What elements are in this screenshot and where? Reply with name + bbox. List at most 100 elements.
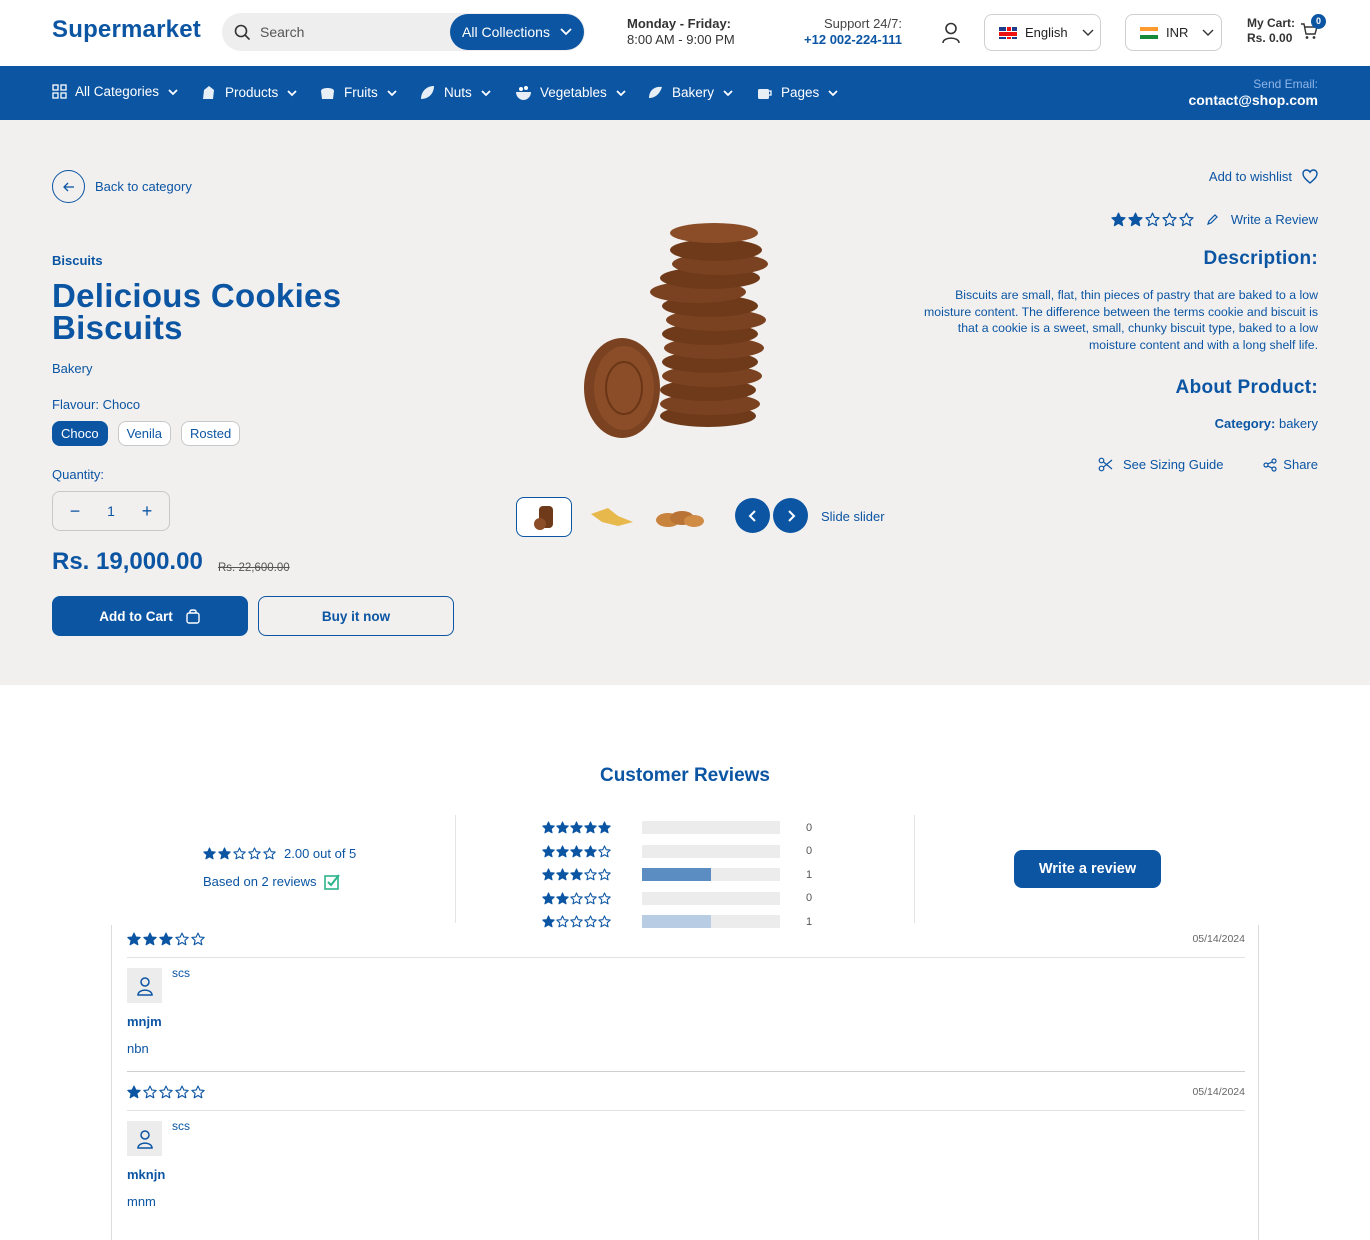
support-phone[interactable]: +12 002-224-111: [790, 32, 902, 48]
support-label: Support 24/7:: [823, 16, 902, 31]
share-icon: [1263, 457, 1277, 472]
product-section: Back to category Biscuits Delicious Cook…: [0, 120, 1370, 685]
chevron-down-icon: [1202, 29, 1214, 36]
currency-selector[interactable]: INR: [1125, 14, 1222, 51]
nav-item-nuts[interactable]: Nuts: [419, 84, 492, 101]
star-filled-icon: [570, 868, 583, 881]
nav-item-bakery[interactable]: Bakery: [647, 84, 734, 101]
add-to-cart-button[interactable]: Add to Cart: [52, 596, 248, 636]
search-input[interactable]: [260, 22, 440, 42]
star-empty-icon: [570, 892, 583, 905]
chevron-down-icon: [828, 89, 838, 96]
histogram-stars: [542, 821, 642, 834]
thumbnail-3[interactable]: [652, 497, 708, 537]
slider-next-button[interactable]: [773, 498, 808, 533]
histogram-stars: [542, 868, 642, 881]
sizing-guide-link[interactable]: See Sizing Guide: [1098, 457, 1223, 472]
collections-dropdown[interactable]: All Collections: [450, 14, 584, 50]
star-filled-icon: [556, 845, 569, 858]
flavour-option-rosted[interactable]: Rosted: [181, 421, 241, 446]
buy-now-button[interactable]: Buy it now: [258, 596, 454, 636]
flavour-options: Choco Venila Rosted: [52, 421, 241, 446]
write-review-link[interactable]: Write a Review: [1231, 212, 1318, 227]
summary-divider: [914, 815, 915, 923]
star-filled-icon: [1111, 212, 1126, 227]
user-icon: [136, 1129, 153, 1149]
nav-item-vegetables[interactable]: Vegetables: [515, 84, 627, 101]
average-rating-text: 2.00 out of 5: [284, 846, 357, 861]
thumbnail-1[interactable]: [516, 497, 572, 537]
star-filled-icon: [570, 845, 583, 858]
thumbnail-2[interactable]: [584, 497, 640, 537]
write-review-button[interactable]: Write a review: [1014, 850, 1161, 888]
quantity-value[interactable]: 1: [107, 503, 115, 519]
cup-icon: [758, 89, 772, 99]
product-rating-row: Write a Review: [1111, 212, 1318, 227]
hours-time: 8:00 AM - 9:00 PM: [627, 32, 735, 47]
summary-divider: [455, 815, 456, 923]
flavour-option-choco[interactable]: Choco: [52, 421, 108, 446]
cart-summary[interactable]: My Cart: Rs. 0.00: [1247, 16, 1295, 46]
star-filled-icon: [159, 932, 173, 946]
nav-item-fruits[interactable]: Fruits: [319, 84, 398, 101]
back-to-category-link[interactable]: Back to category: [52, 170, 192, 203]
review-author-name: scs: [172, 1119, 190, 1133]
review-header: 05/14/2024: [127, 1078, 1245, 1106]
description-heading: Description:: [1203, 248, 1318, 269]
star-filled-icon: [143, 932, 157, 946]
wishlist-label: Add to wishlist: [1208, 169, 1292, 184]
nav-label: Fruits: [344, 85, 378, 100]
share-link[interactable]: Share: [1263, 457, 1318, 472]
slider-label: Slide slider: [821, 509, 885, 524]
flavour-option-venila[interactable]: Venila: [117, 421, 171, 446]
user-icon: [136, 976, 153, 996]
star-empty-icon: [598, 868, 611, 881]
nav-item-products[interactable]: Products: [200, 84, 298, 101]
bread-icon: [321, 88, 334, 99]
star-empty-icon: [233, 847, 246, 860]
language-selector[interactable]: English: [984, 14, 1101, 51]
star-empty-icon: [191, 1085, 205, 1099]
star-empty-icon: [263, 847, 276, 860]
star-filled-icon: [127, 1085, 141, 1099]
star-empty-icon: [598, 892, 611, 905]
account-icon[interactable]: [941, 22, 961, 44]
review-date: 05/14/2024: [1192, 1086, 1245, 1098]
nav-label: Nuts: [444, 85, 472, 100]
scissors-icon: [1098, 457, 1113, 472]
star-filled-icon: [203, 847, 216, 860]
add-to-wishlist-link[interactable]: Add to wishlist: [1209, 169, 1318, 184]
review-body: mnm: [127, 1194, 156, 1209]
shopping-bag-icon: [186, 609, 200, 624]
review-divider: [127, 957, 1245, 958]
based-on-text: Based on 2 reviews: [203, 874, 317, 889]
product-title: Delicious Cookies Biscuits: [52, 277, 342, 346]
histogram-row-3-star: 1: [542, 863, 812, 887]
send-email-block: Send Email: contact@shop.com: [1188, 76, 1318, 108]
product-price: Rs. 19,000.00: [52, 548, 203, 575]
histogram-row-4-star: 0: [542, 840, 812, 864]
chevron-left-icon: [748, 509, 756, 522]
review-body: nbn: [127, 1041, 149, 1056]
contact-email-link[interactable]: contact@shop.com: [1188, 92, 1318, 108]
histogram-bar: [642, 821, 780, 835]
top-header: Supermarket All Collections Monday - Fri…: [0, 0, 1370, 66]
star-empty-icon: [584, 868, 597, 881]
reviews-list: 05/14/2024 scs mnjm nbn 05/14/2024 scs m…: [111, 925, 1259, 1240]
nav-item-pages[interactable]: Pages: [756, 84, 839, 101]
average-rating: 2.00 out of 5: [203, 846, 356, 861]
star-filled-icon: [584, 821, 597, 834]
category-value[interactable]: bakery: [1279, 416, 1318, 431]
search-bar: All Collections: [222, 13, 585, 51]
slider-arrows: [735, 498, 808, 533]
increase-quantity-button[interactable]: +: [139, 501, 155, 522]
site-logo[interactable]: Supermarket: [52, 16, 201, 44]
star-filled-icon: [127, 932, 141, 946]
nav-item-all-categories[interactable]: All Categories: [52, 84, 179, 99]
decrease-quantity-button[interactable]: −: [67, 501, 83, 522]
histogram-row-2-star: 0: [542, 887, 812, 911]
arrow-left-icon: [52, 170, 85, 203]
slider-prev-button[interactable]: [735, 498, 770, 533]
product-image[interactable]: [570, 220, 790, 450]
nav-label: All Categories: [75, 84, 160, 99]
